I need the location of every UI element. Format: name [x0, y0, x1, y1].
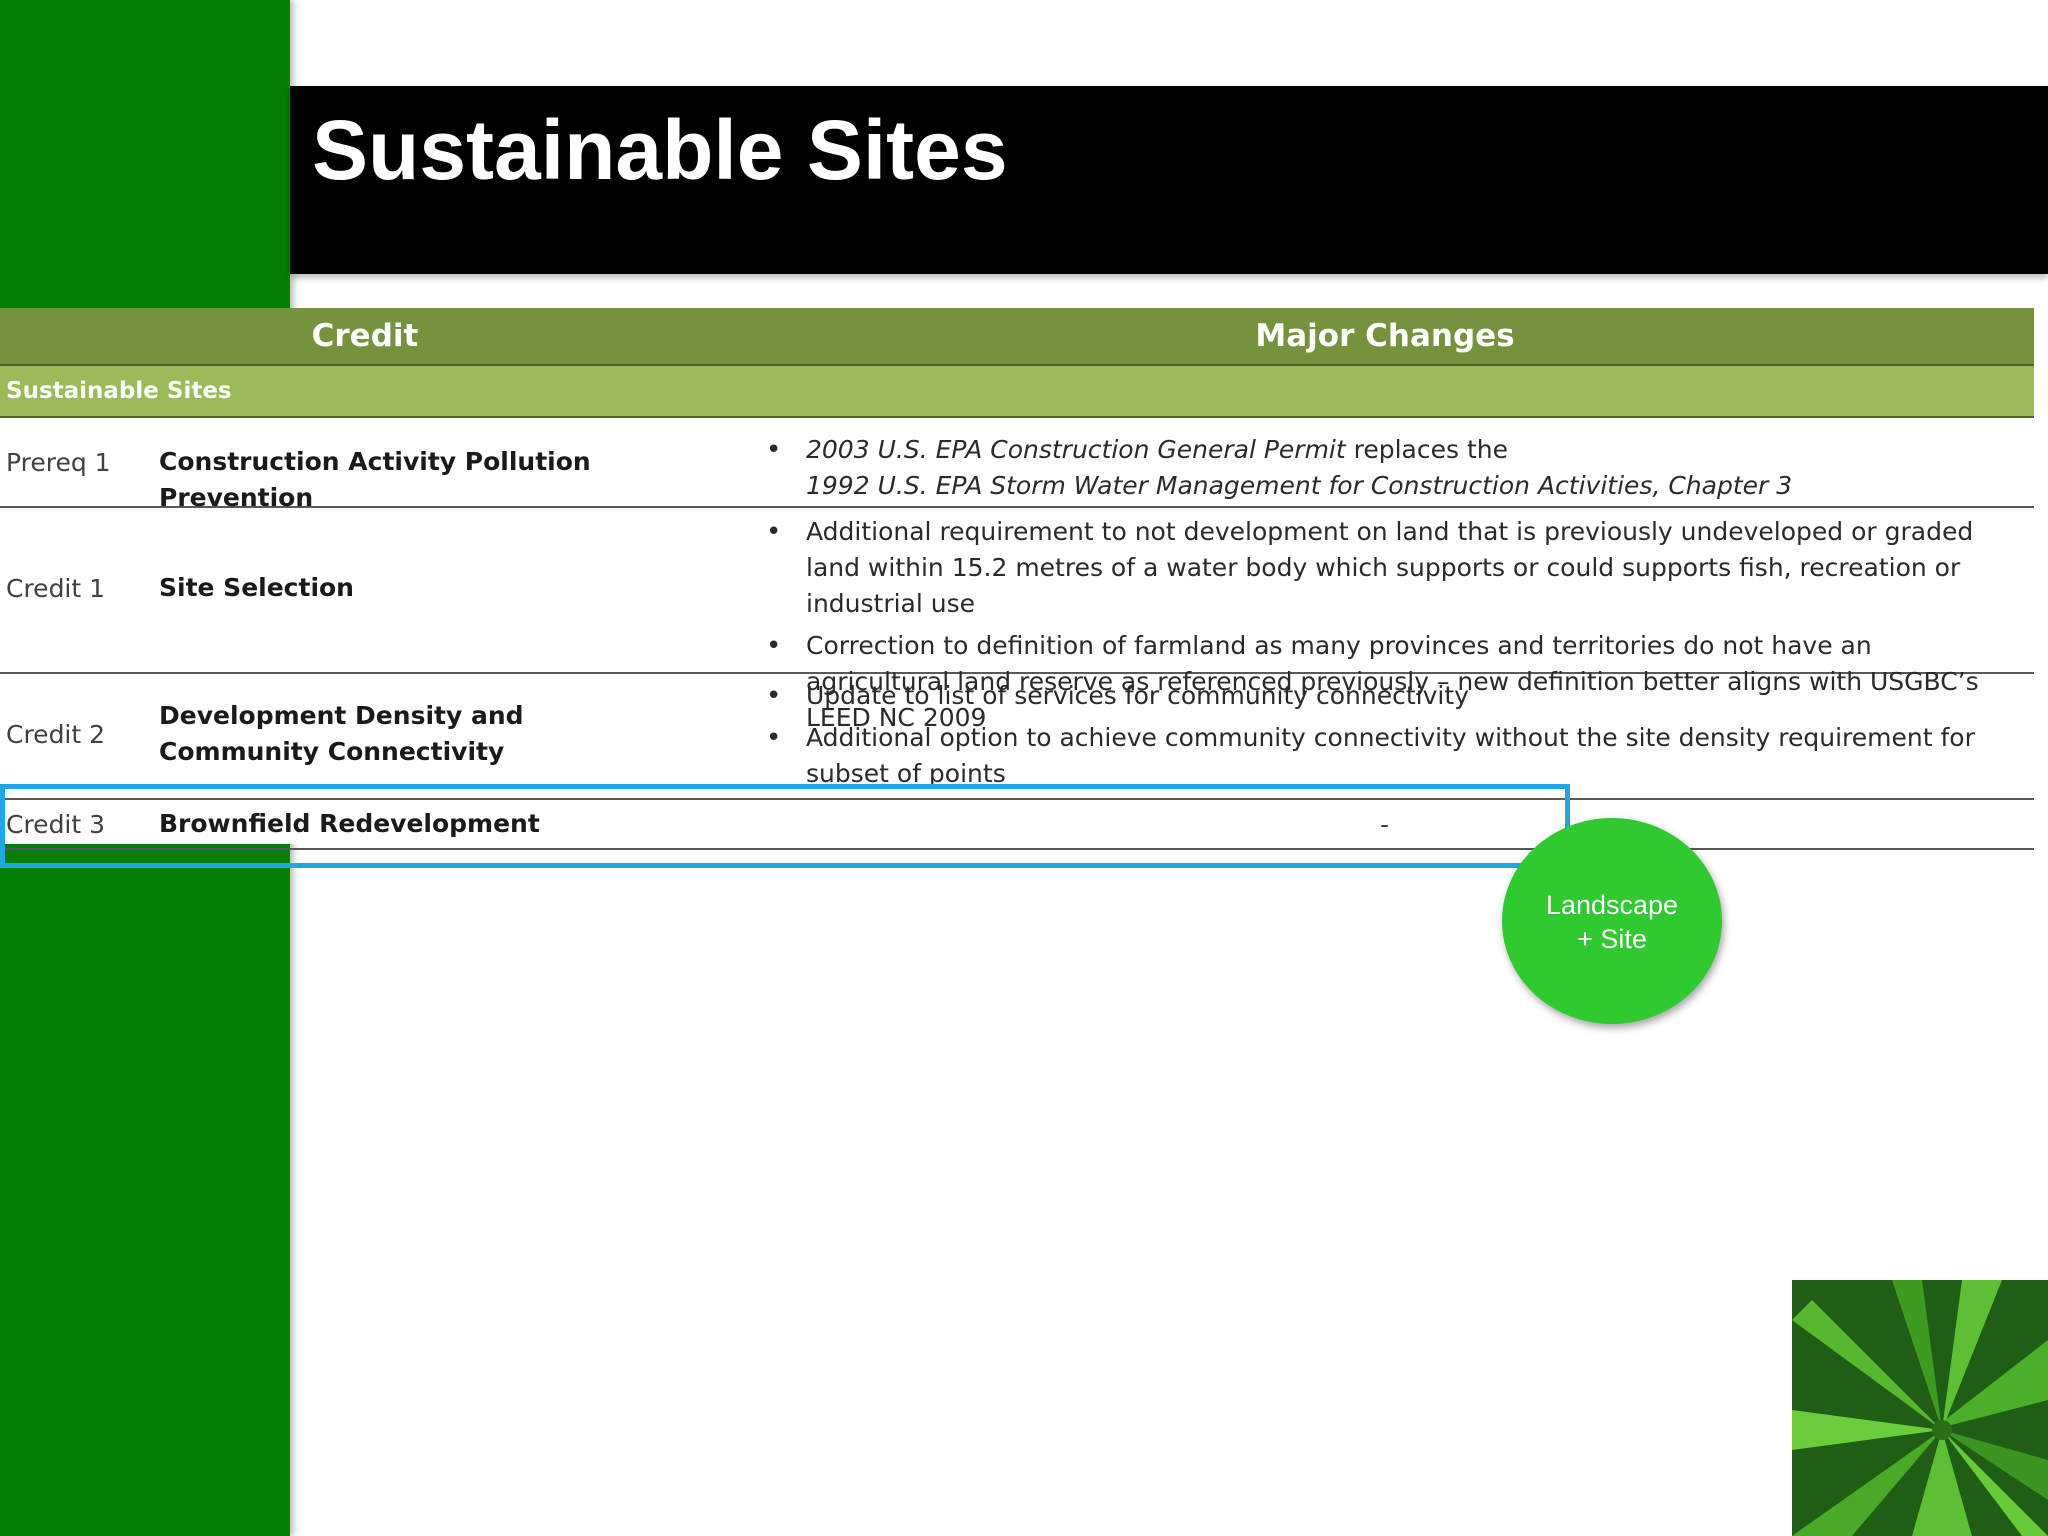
change-item: Update to list of services for community…	[762, 678, 2022, 714]
header-credit: Credit	[311, 318, 419, 354]
badge-line-1: Landscape	[1545, 890, 1679, 920]
changes-list: Update to list of services for community…	[762, 678, 2022, 798]
landscape-site-badge: Landscape + Site	[1502, 818, 1722, 1024]
table-header: Credit Major Changes	[0, 308, 2034, 366]
change-item: Additional requirement to not developmen…	[762, 514, 2022, 622]
leaf-image	[1792, 1280, 2048, 1536]
row-id: Credit 1	[6, 574, 106, 603]
table-row: Prereq 1 Construction Activity Pollution…	[0, 418, 2034, 512]
table-row: Credit 1 Site Selection Additional requi…	[0, 508, 2034, 732]
row-name: Development Density and Community Connec…	[159, 701, 524, 766]
section-label: Sustainable Sites	[6, 378, 232, 404]
highlight-box	[0, 784, 1570, 868]
header-major-changes: Major Changes	[1255, 318, 1515, 354]
change-item: Additional option to achieve community c…	[762, 720, 2022, 792]
row-id: Prereq 1	[6, 448, 111, 477]
table-row: Credit 2 Development Density and Communi…	[0, 674, 2034, 800]
change-item: 2003 U.S. EPA Construction General Permi…	[762, 432, 2022, 504]
credits-table: Credit Major Changes Sustainable Sites P…	[0, 308, 2034, 850]
badge-line-2: + Site	[1577, 924, 1647, 954]
slide-title: Sustainable Sites	[312, 103, 1008, 197]
row-name: Site Selection	[159, 573, 354, 602]
section-row: Sustainable Sites	[0, 366, 2034, 418]
row-id: Credit 2	[6, 720, 106, 749]
leaf-icon	[1792, 1280, 2048, 1536]
changes-list: 2003 U.S. EPA Construction General Permi…	[762, 432, 2022, 510]
row-name: Construction Activity Pollution Preventi…	[159, 447, 591, 512]
